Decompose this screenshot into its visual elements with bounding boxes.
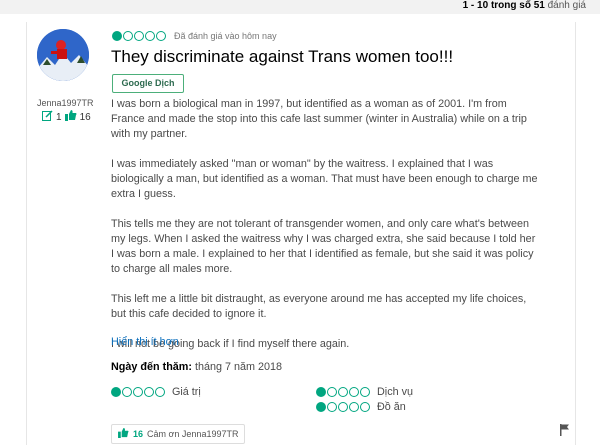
pagination-summary: 1 - 10 trong số 51 đánh giá — [0, 0, 600, 14]
rating-bubble — [327, 387, 337, 397]
subrating-bubbles — [111, 387, 165, 397]
pager-prefix: 1 - 10 trong số — [462, 0, 534, 11]
rating-bubble — [338, 387, 348, 397]
avatar-image — [37, 29, 89, 81]
subrating-label: Dịch vụ — [377, 386, 414, 398]
rating-bubble — [111, 387, 121, 397]
thanks-count: 16 — [133, 429, 144, 439]
rating-bubble — [144, 387, 154, 397]
helpful-count: 16 — [79, 111, 91, 123]
subrating-label: Giá trị — [172, 386, 201, 398]
review-body: I was born a biological man in 1997, but… — [111, 97, 541, 352]
review-meta: Đã đánh giá vào hôm nay — [112, 31, 277, 41]
pager-suffix: đánh giá — [544, 0, 586, 11]
rating-bubble — [134, 31, 144, 41]
review-paragraph: This left me a little bit distraught, as… — [111, 293, 527, 320]
rating-bubble — [316, 402, 326, 412]
pager-count: 51 — [533, 0, 545, 11]
rating-bubble — [123, 31, 133, 41]
review-count-icon — [42, 110, 53, 124]
review-paragraph: I was born a biological man in 1997, but… — [111, 98, 527, 140]
review-paragraph: I was immediately asked "man or woman" b… — [111, 158, 538, 200]
rating-bubble — [338, 402, 348, 412]
visit-date: Ngày đến thăm: tháng 7 năm 2018 — [111, 361, 282, 373]
subrating-value: Giá trị — [111, 386, 201, 398]
rating-bubble — [349, 387, 359, 397]
visit-date-label: Ngày đến thăm: — [111, 361, 192, 373]
rating-bubble — [112, 31, 122, 41]
google-translate-button[interactable]: Google Dịch — [112, 74, 184, 93]
rating-bubble — [360, 402, 370, 412]
rating-bubble — [360, 387, 370, 397]
review-paragraph: This tells me they are not tolerant of t… — [111, 218, 536, 275]
rating-bubble — [316, 387, 326, 397]
avatar[interactable] — [37, 29, 89, 81]
report-flag-icon[interactable] — [560, 423, 570, 441]
review-date: Đã đánh giá vào hôm nay — [174, 31, 277, 41]
subrating-label: Đồ ăn — [377, 401, 406, 413]
thanks-button[interactable]: 16 Cảm ơn Jenna1997TR — [111, 424, 246, 444]
rating-bubble — [122, 387, 132, 397]
rating-bubbles — [112, 31, 166, 41]
reviewer-stats: 1 16 — [42, 110, 91, 124]
subrating-bubbles — [316, 402, 370, 412]
subrating-service: Dịch vụ — [316, 386, 413, 398]
rating-bubble — [349, 402, 359, 412]
thumbs-up-icon — [64, 110, 77, 124]
rating-bubble — [145, 31, 155, 41]
review-title[interactable]: They discriminate against Trans women to… — [111, 47, 453, 67]
review-count: 1 — [56, 111, 62, 123]
visit-date-value: tháng 7 năm 2018 — [195, 361, 283, 373]
rating-bubble — [156, 31, 166, 41]
thumbs-up-icon — [118, 428, 129, 440]
subrating-bubbles — [316, 387, 370, 397]
rating-bubble — [327, 402, 337, 412]
subrating-food: Đồ ăn — [316, 401, 406, 413]
rating-bubble — [155, 387, 165, 397]
show-less-link[interactable]: Hiển thị ít hơn — [111, 336, 179, 348]
thanks-label: Cảm ơn Jenna1997TR — [147, 429, 239, 439]
rating-bubble — [133, 387, 143, 397]
reviewer-username[interactable]: Jenna1997TR — [37, 98, 94, 108]
